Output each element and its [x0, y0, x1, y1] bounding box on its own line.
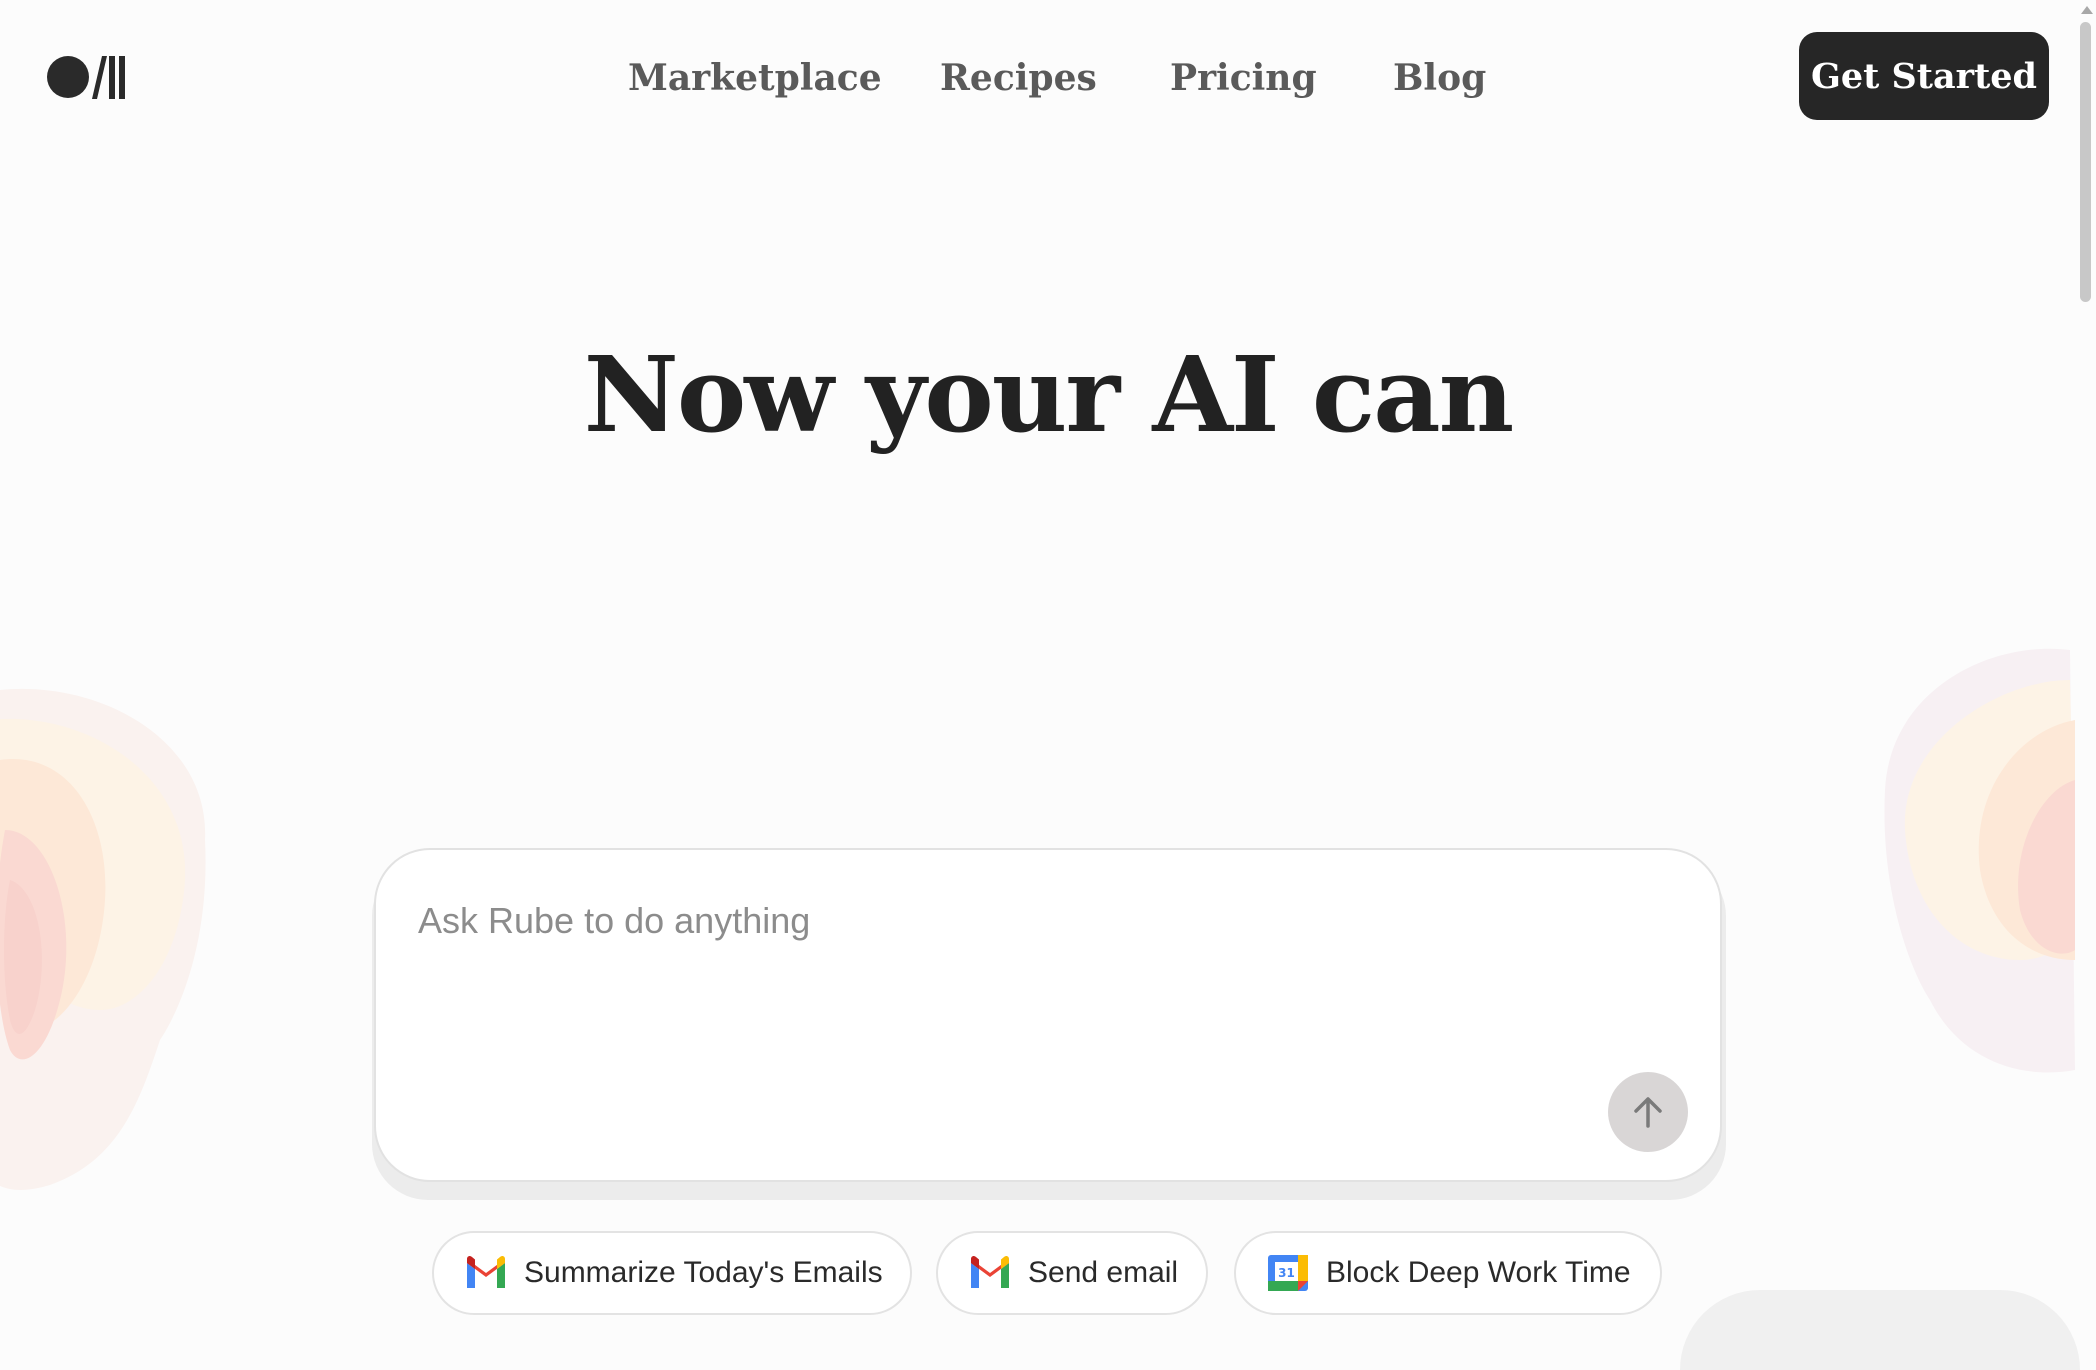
chip-label: Send email: [1028, 1256, 1179, 1289]
suggestion-chip-summarize-emails[interactable]: Summarize Today's Emails: [432, 1231, 912, 1315]
suggestion-chip-send-email[interactable]: Send email: [936, 1231, 1208, 1315]
calendar-icon-date: 31: [1278, 1266, 1295, 1280]
decorative-blob-right: [1884, 648, 2075, 1073]
decorative-bottom-shape: [1680, 1290, 2080, 1370]
chip-label: Summarize Today's Emails: [524, 1256, 883, 1289]
suggestion-chip-block-deep-work[interactable]: 31 Block Deep Work Time: [1234, 1231, 1662, 1315]
prompt-input[interactable]: [416, 890, 1620, 952]
scrollbar-thumb[interactable]: [2080, 22, 2091, 302]
send-button[interactable]: [1608, 1072, 1688, 1152]
nav-link-pricing[interactable]: Pricing: [1170, 48, 1317, 108]
arrow-up-icon: [1634, 1097, 1662, 1128]
nav-link-recipes[interactable]: Recipes: [940, 48, 1097, 108]
nav-link-blog[interactable]: Blog: [1393, 48, 1486, 108]
nav-link-marketplace[interactable]: Marketplace: [628, 48, 882, 108]
gmail-icon: [467, 1255, 505, 1288]
decorative-blob-left: [0, 688, 206, 1190]
chip-label: Block Deep Work Time: [1326, 1256, 1631, 1289]
scroll-up-arrow-icon[interactable]: [2081, 6, 2093, 14]
hero-title: Now your AI can: [583, 333, 1514, 456]
gmail-icon: [971, 1255, 1009, 1288]
get-started-button[interactable]: Get Started: [1799, 32, 2049, 120]
prompt-box: [374, 848, 1722, 1182]
brand-logo-icon[interactable]: [46, 54, 128, 100]
google-calendar-icon: 31: [1268, 1255, 1308, 1291]
